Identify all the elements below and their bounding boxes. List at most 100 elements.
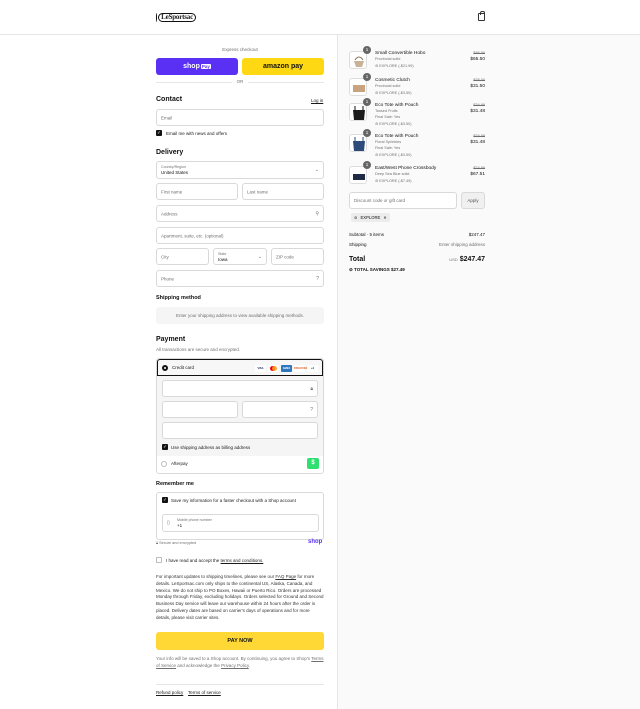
order-item: 1 Eco Tote with Pouch Tossed Fruits Fina… <box>349 98 485 129</box>
mobile-phone-label: Mobile phone number <box>177 518 212 522</box>
notice-text-1: For important updates to shipping timeli… <box>156 574 276 579</box>
remember-me-box: ✓ Save my information for a faster check… <box>156 492 324 540</box>
login-link[interactable]: Log in <box>311 98 323 103</box>
product-discount-text: EXPLORE (-$7.49) <box>379 179 412 183</box>
zip-placeholder: ZIP code <box>276 254 294 259</box>
expiration-field[interactable] <box>162 401 238 418</box>
address-placeholder: Address <box>161 211 178 216</box>
city-placeholder: City <box>161 254 169 259</box>
shop-pay-text: shop <box>183 63 200 70</box>
credit-card-label: Credit card <box>172 365 195 370</box>
product-discount: ⊘ EXPLORE (-$3.50) <box>375 121 412 126</box>
product-thumbnail <box>349 103 367 121</box>
apply-button[interactable]: Apply <box>461 192 485 209</box>
brand-logo[interactable]: LeSportsac <box>156 12 196 22</box>
news-checkbox[interactable]: ✓ <box>156 130 162 136</box>
product-name: Small Convertible Hobo <box>375 51 426 56</box>
payment-methods: Credit card VISA AMEX DISCOVER +4 🔒︎ ? ✓… <box>156 358 324 474</box>
original-price: $35.00 <box>473 78 485 82</box>
shipping-method-message: Enter your shipping address to view avai… <box>156 307 324 324</box>
more-brands-badge: +4 <box>307 365 318 372</box>
shop-note-3: . <box>248 662 251 668</box>
credit-card-radio[interactable] <box>162 365 168 371</box>
email-field[interactable]: Email <box>156 109 324 126</box>
state-select[interactable]: State Iowa ⌄ <box>213 248 267 265</box>
total-label: Total <box>349 256 366 263</box>
subtotal-value: $247.47 <box>468 232 485 237</box>
header: LeSportsac <box>0 0 640 35</box>
shopping-bag-icon[interactable] <box>478 11 485 21</box>
terms-of-service-link[interactable]: Terms of service <box>188 690 221 695</box>
product-price: $67.51 <box>470 172 485 177</box>
shop-pay-badge: Pay <box>200 64 211 69</box>
chevron-down-icon: ⌄ <box>314 167 319 173</box>
quantity-badge: 1 <box>363 73 371 81</box>
quantity-badge: 1 <box>363 46 371 54</box>
product-name: East/West Phone Crossbody <box>375 166 437 171</box>
product-discount: ⊘ EXPLORE (-$3.50) <box>375 152 412 157</box>
product-name: Eco Tote with Pouch <box>375 134 419 139</box>
phone-field[interactable]: Phone? <box>156 270 324 287</box>
product-discount-text: EXPLORE (-$21.99) <box>379 64 414 68</box>
original-price: $74.99 <box>473 166 485 170</box>
original-price: $34.98 <box>473 134 485 138</box>
pay-now-button[interactable]: PAY NOW <box>156 632 324 650</box>
shipping-method-heading: Shipping method <box>156 295 201 301</box>
mobile-phone-field[interactable]: ▯ Mobile phone number +1 <box>162 514 319 532</box>
save-info-checkbox[interactable]: ✓ <box>162 497 168 503</box>
original-price: $34.98 <box>473 103 485 107</box>
shop-pay-button[interactable]: shop Pay <box>156 58 238 75</box>
help-icon[interactable]: ? <box>316 276 319 282</box>
product-price: $31.50 <box>470 84 485 89</box>
card-form: 🔒︎ ? ✓ Use shipping address as billing a… <box>157 376 323 456</box>
subtotal-row: Subtotal · 5 items $247.47 <box>349 232 485 237</box>
product-discount: ⊘ EXPLORE (-$21.99) <box>375 63 414 68</box>
refund-policy-link[interactable]: Refund policy <box>156 690 183 695</box>
faq-link[interactable]: FAQ Page <box>275 574 296 579</box>
discount-tag: ⊘ EXPLORE ✕ <box>351 213 390 222</box>
discount-tag-code: EXPLORE <box>360 215 381 220</box>
phone-placeholder: Phone <box>161 276 175 281</box>
product-thumbnail <box>349 51 367 69</box>
afterpay-radio[interactable] <box>161 461 167 467</box>
terms-checkbox[interactable] <box>156 557 162 563</box>
state-label: State <box>218 252 227 256</box>
total-amount: USD $247.47 <box>449 256 485 263</box>
quantity-badge: 1 <box>363 98 371 106</box>
final-sale-note: Final Sale: Yes <box>375 146 401 150</box>
discount-code-field[interactable]: Discount code or gift card <box>349 192 457 209</box>
security-code-field[interactable]: ? <box>242 401 318 418</box>
billing-checkbox[interactable]: ✓ <box>162 444 168 450</box>
terms-prefix: I have read and accept the <box>166 558 221 563</box>
name-on-card-field[interactable] <box>162 422 318 439</box>
or-divider: OR <box>156 79 324 86</box>
address-field[interactable]: Address ⚲ <box>156 205 324 222</box>
visa-icon: VISA <box>255 365 266 372</box>
amazon-pay-button[interactable]: amazon pay <box>242 58 324 75</box>
first-name-placeholder: First name <box>161 189 183 194</box>
help-icon[interactable]: ? <box>310 407 313 413</box>
city-field[interactable]: City <box>156 248 209 265</box>
zip-field[interactable]: ZIP code <box>271 248 324 265</box>
product-discount-text: EXPLORE (-$3.50) <box>379 91 412 95</box>
terms-link[interactable]: terms and conditions. <box>221 558 264 563</box>
apartment-field[interactable]: Apartment, suite, etc. (optional) <box>156 227 324 244</box>
billing-label: Use shipping address as billing address <box>171 445 251 450</box>
state-value: Iowa <box>218 257 228 262</box>
remove-tag-icon[interactable]: ✕ <box>383 213 387 222</box>
chevron-down-icon: ⌄ <box>257 253 262 260</box>
subtotal-label: Subtotal · 5 items <box>349 232 385 237</box>
first-name-field[interactable]: First name <box>156 183 238 200</box>
total-row: Total USD $247.47 <box>349 256 485 263</box>
shipping-notice: For important updates to shipping timeli… <box>156 574 324 622</box>
card-number-field[interactable]: 🔒︎ <box>162 380 318 397</box>
shop-privacy-link[interactable]: Privacy Policy <box>221 663 249 668</box>
country-select[interactable]: Country/Region United States ⌄ <box>156 161 324 179</box>
last-name-field[interactable]: Last name <box>242 183 324 200</box>
afterpay-label[interactable]: Afterpay <box>171 461 188 466</box>
payment-subtitle: All transactions are secure and encrypte… <box>156 347 241 352</box>
product-discount-text: EXPLORE (-$3.50) <box>379 153 412 157</box>
credit-card-option[interactable]: Credit card VISA AMEX DISCOVER +4 <box>157 359 323 376</box>
total-value: $247.47 <box>459 256 485 263</box>
card-brand-logos: VISA AMEX DISCOVER +4 <box>255 365 318 372</box>
